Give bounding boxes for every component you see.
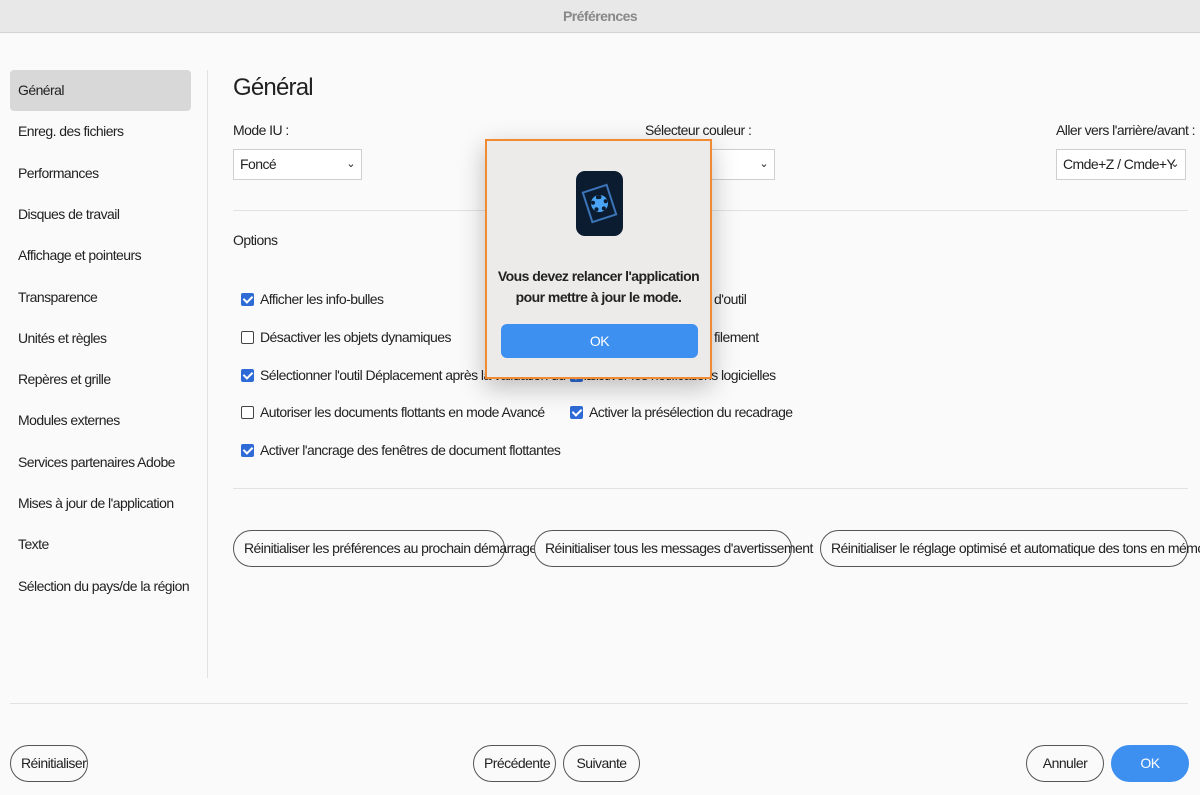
option-label: Autoriser les documents flottants en mod…	[260, 404, 545, 420]
checkbox-icon[interactable]	[570, 405, 583, 419]
option-checkbox[interactable]: filement	[714, 329, 759, 345]
sidebar-item[interactable]: Affichage et pointeurs	[10, 235, 191, 276]
option-checkbox[interactable]: Autoriser les documents flottants en mod…	[241, 404, 545, 420]
option-checkbox[interactable]: Désactiver les objets dynamiques	[241, 329, 452, 345]
dialog-message: Vous devez relancer l'application pour m…	[487, 266, 710, 308]
checkbox-icon[interactable]	[241, 368, 254, 382]
checkbox-icon[interactable]	[241, 330, 254, 344]
checkbox-icon[interactable]	[241, 405, 254, 419]
sidebar-item[interactable]: Repères et grille	[10, 359, 191, 400]
sidebar-item[interactable]: Modules externes	[10, 400, 191, 441]
sidebar-item[interactable]: Transparence	[10, 277, 191, 318]
sidebar-item[interactable]: Texte	[10, 524, 191, 565]
sidebar-item[interactable]: Unités et règles	[10, 318, 191, 359]
option-label: Afficher les info-bulles	[260, 291, 384, 307]
sidebar-item[interactable]: Disques de travail	[10, 194, 191, 235]
dialog-message-line: pour mettre à jour le mode.	[515, 289, 682, 305]
next-button[interactable]: Suivante	[563, 745, 640, 782]
option-checkbox[interactable]: Activer l'ancrage des fenêtres de docume…	[241, 442, 561, 458]
chevron-down-icon: ⌄	[759, 158, 768, 170]
photoshop-elements-app-icon	[576, 171, 623, 236]
chevron-down-icon: ⌄	[1170, 158, 1179, 170]
options-label: Options	[233, 232, 278, 248]
previous-button[interactable]: Précédente	[473, 745, 556, 782]
ui-mode-label: Mode IU :	[233, 122, 289, 138]
option-label: d'outil	[714, 291, 747, 307]
page-title: Général	[233, 74, 314, 101]
chevron-down-icon: ⌄	[346, 158, 355, 170]
checkbox-icon[interactable]	[241, 292, 254, 306]
option-checkbox[interactable]: d'outil	[714, 291, 747, 307]
footer-divider	[10, 703, 1188, 704]
sidebar-item[interactable]: Général	[10, 70, 191, 111]
option-checkbox[interactable]: Afficher les info-bulles	[241, 291, 384, 307]
dialog-message-line: Vous devez relancer l'application	[497, 268, 700, 284]
option-label: filement	[714, 329, 759, 345]
reset-warnings-button[interactable]: Réinitialiser tous les messages d'averti…	[534, 530, 813, 567]
ok-button[interactable]: OK	[1111, 745, 1189, 782]
ui-mode-value: Foncé	[240, 156, 277, 172]
sidebar-item[interactable]: Performances	[10, 153, 191, 194]
sidebar-item[interactable]: Sélection du pays/de la région	[10, 566, 191, 607]
option-label: Désactiver les objets dynamiques	[260, 329, 452, 345]
undo-redo-value: Cmde+Z / Cmde+Y	[1063, 156, 1176, 172]
option-checkbox[interactable]: Activer la présélection du recadrage	[570, 404, 793, 420]
sidebar-item[interactable]: Services partenaires Adobe	[10, 442, 191, 483]
reset-prefs-button[interactable]: Réinitialiser les préférences au prochai…	[233, 530, 537, 567]
restart-dialog: Vous devez relancer l'application pour m…	[485, 139, 712, 379]
sidebar-divider	[207, 70, 208, 678]
option-label: Activer l'ancrage des fenêtres de docume…	[260, 442, 561, 458]
undo-redo-label: Aller vers l'arrière/avant :	[1056, 122, 1196, 138]
dialog-ok-button[interactable]: OK	[501, 324, 698, 358]
option-label: Activer la présélection du recadrage	[589, 404, 793, 420]
cancel-button[interactable]: Annuler	[1026, 745, 1104, 782]
undo-redo-select[interactable]: Cmde+Z / Cmde+Y ⌄	[1056, 149, 1186, 180]
sidebar-item[interactable]: Enreg. des fichiers	[10, 111, 191, 152]
ui-mode-select[interactable]: Foncé ⌄	[233, 149, 362, 180]
sidebar-item[interactable]: Mises à jour de l'application	[10, 483, 191, 524]
checkbox-icon[interactable]	[241, 443, 254, 457]
divider	[233, 488, 1188, 489]
window-title: Préférences	[0, 0, 1200, 33]
reset-button[interactable]: Réinitialiser	[10, 745, 88, 782]
color-picker-label: Sélecteur couleur :	[645, 122, 752, 138]
reset-tone-button[interactable]: Réinitialiser le réglage optimisé et aut…	[820, 530, 1200, 567]
